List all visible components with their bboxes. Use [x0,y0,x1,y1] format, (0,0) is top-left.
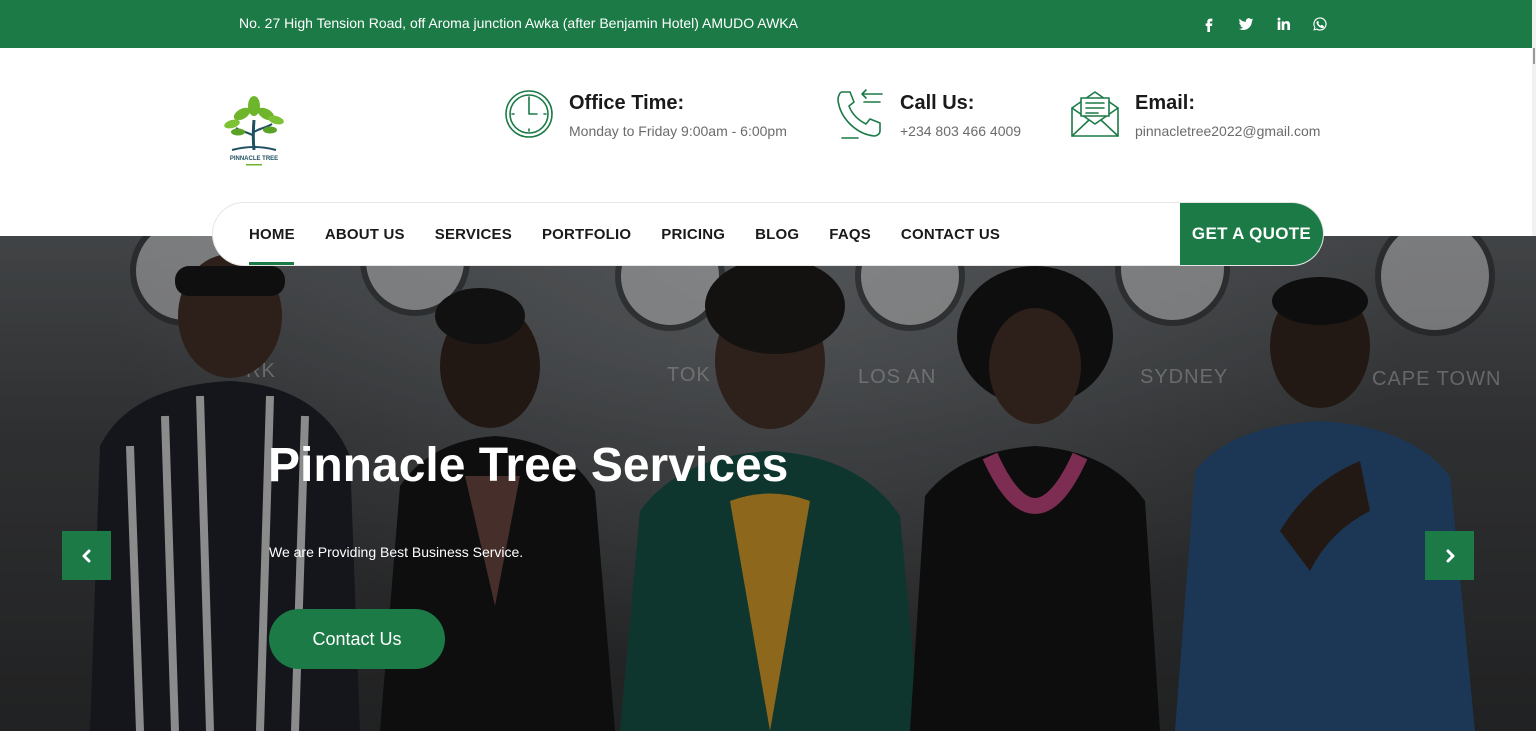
nav-item-services[interactable]: SERVICES [435,203,512,265]
hero-title: Pinnacle Tree Services [268,439,789,492]
office-time-title: Office Time: [569,92,685,114]
nav-item-blog[interactable]: BLOG [755,203,799,265]
nav-item-pricing[interactable]: PRICING [661,203,725,265]
clock-icon [503,88,555,140]
facebook-icon[interactable] [1199,14,1219,34]
nav-item-home[interactable]: HOME [249,203,295,265]
email-title: Email: [1135,92,1196,114]
hero-subtitle: We are Providing Best Business Service. [269,544,524,560]
site-logo[interactable]: PINNACLE TREE [220,92,288,170]
contact-us-button[interactable]: Contact Us [269,609,445,669]
nav-item-faqs[interactable]: FAQS [829,203,871,265]
call-us-value[interactable]: +234 803 466 4009 [900,123,1021,139]
get-a-quote-button[interactable]: GET A QUOTE [1180,203,1323,265]
top-bar: No. 27 High Tension Road, off Aroma junc… [0,0,1536,48]
nav-menu: HOME ABOUT US SERVICES PORTFOLIO PRICING… [249,203,1030,265]
phone-icon [834,88,886,140]
call-us-title: Call Us: [900,92,975,114]
scrollbar-thumb[interactable] [1533,48,1535,64]
office-time-value: Monday to Friday 9:00am - 6:00pm [569,123,787,139]
nav-item-portfolio[interactable]: PORTFOLIO [542,203,631,265]
nav-item-about-us[interactable]: ABOUT US [325,203,405,265]
email-value[interactable]: pinnacletree2022@gmail.com [1135,123,1320,139]
twitter-icon[interactable] [1236,14,1256,34]
slider-prev-button[interactable] [62,531,111,580]
logo-text: PINNACLE TREE [230,156,278,162]
address-text: No. 27 High Tension Road, off Aroma junc… [239,15,798,31]
linkedin-icon[interactable] [1273,14,1293,34]
whatsapp-icon[interactable] [1310,14,1330,34]
call-us-block: Call Us: +234 803 466 4009 [834,88,1021,140]
nav-item-contact-us[interactable]: CONTACT US [901,203,1000,265]
main-navigation: HOME ABOUT US SERVICES PORTFOLIO PRICING… [213,203,1323,265]
chevron-left-icon [82,549,90,562]
email-block: Email: pinnacletree2022@gmail.com [1069,88,1320,140]
envelope-icon [1069,88,1121,140]
social-links [1199,14,1330,34]
office-time-block: Office Time: Monday to Friday 9:00am - 6… [503,88,787,140]
slider-next-button[interactable] [1425,531,1474,580]
chevron-right-icon [1446,549,1454,562]
